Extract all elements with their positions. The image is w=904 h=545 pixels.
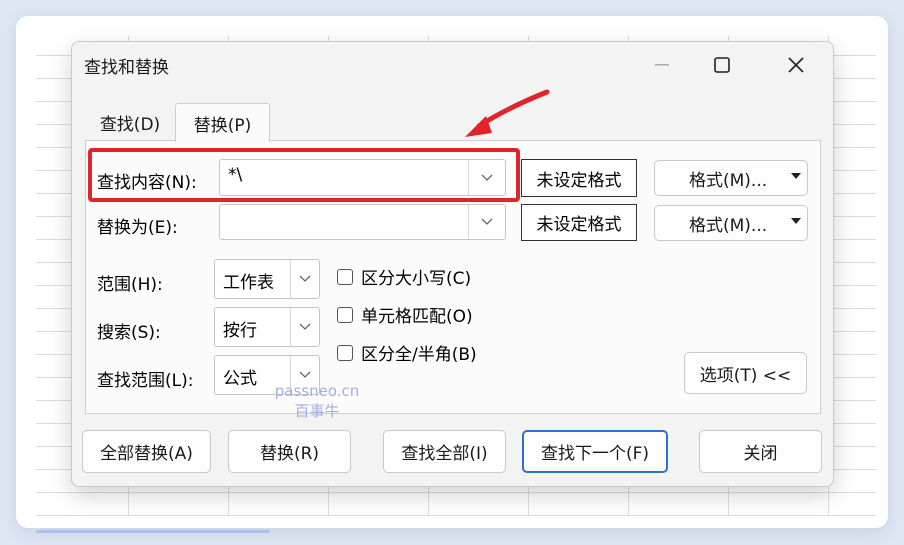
match-entire-cell-checkbox[interactable]: 单元格匹配(O) <box>337 302 473 327</box>
decorative-underline <box>36 530 270 533</box>
chevron-down-icon <box>299 275 311 282</box>
find-next-button[interactable]: 查找下一个(F) <box>522 430 668 473</box>
search-order-dropdown[interactable] <box>290 308 319 346</box>
find-what-label: 查找内容(N): <box>97 173 197 193</box>
search-order-value: 按行 <box>223 321 257 341</box>
chevron-down-icon <box>299 371 311 378</box>
arrow-icon <box>465 89 550 137</box>
maximize-icon <box>714 57 730 73</box>
match-case-checkbox[interactable]: 区分大小写(C) <box>337 264 471 289</box>
checkbox-box[interactable] <box>337 306 353 323</box>
replace-button[interactable]: 替换(R) <box>228 430 351 473</box>
look-in-label: 查找范围(L): <box>97 371 194 391</box>
tab-find[interactable]: 查找(D) <box>85 103 175 141</box>
match-byte-checkbox[interactable]: 区分全/半角(B) <box>337 340 477 365</box>
close-window-button[interactable] <box>776 50 816 80</box>
replace-with-dropdown[interactable] <box>468 205 505 239</box>
find-what-combo[interactable]: *\ <box>219 159 506 196</box>
replace-format-button-label: 格式(M)... <box>689 215 768 236</box>
minimize-icon <box>655 64 669 66</box>
tab-replace[interactable]: 替换(P) <box>175 103 270 142</box>
find-format-preview: 未设定格式 <box>521 159 637 197</box>
chevron-down-icon <box>299 323 311 330</box>
search-label: 搜索(S): <box>97 323 161 343</box>
replace-all-button[interactable]: 全部替换(A) <box>82 430 211 473</box>
search-order-select[interactable]: 按行 <box>214 307 320 347</box>
checkbox-box[interactable] <box>337 344 353 361</box>
scope-select[interactable]: 工作表 <box>214 259 320 299</box>
find-all-button[interactable]: 查找全部(I) <box>383 430 506 473</box>
find-what-dropdown[interactable] <box>468 160 505 195</box>
match-case-label: 区分大小写(C) <box>361 269 472 289</box>
checkbox-box[interactable] <box>337 268 353 285</box>
caret-down-icon <box>791 173 801 179</box>
watermark-url: passneo.cn <box>274 382 360 400</box>
match-entire-cell-label: 单元格匹配(O) <box>361 307 473 327</box>
scope-dropdown[interactable] <box>290 260 319 298</box>
replace-format-preview: 未设定格式 <box>521 204 637 241</box>
match-byte-label: 区分全/半角(B) <box>361 345 477 365</box>
find-what-value: *\ <box>228 165 243 185</box>
chevron-down-icon <box>481 174 493 181</box>
replace-format-button[interactable]: 格式(M)... <box>654 205 808 241</box>
maximize-button[interactable] <box>702 50 742 80</box>
replace-with-combo[interactable] <box>219 204 506 240</box>
watermark-brand: 百事牛 <box>294 402 340 420</box>
find-format-button-label: 格式(M)... <box>689 170 768 191</box>
options-toggle-button[interactable]: 选项(T) << <box>684 352 807 394</box>
find-format-button[interactable]: 格式(M)... <box>654 160 808 196</box>
replace-with-label: 替换为(E): <box>97 218 178 238</box>
watermark: passneo.cn 百事牛 <box>262 381 372 421</box>
chevron-down-icon <box>481 218 493 225</box>
dialog-title: 查找和替换 <box>84 58 169 78</box>
look-in-value: 公式 <box>223 369 257 389</box>
close-button[interactable]: 关闭 <box>699 430 822 473</box>
scope-value: 工作表 <box>223 273 274 293</box>
minimize-button[interactable] <box>642 50 682 80</box>
caret-down-icon <box>791 218 801 224</box>
scope-label: 范围(H): <box>97 275 163 295</box>
close-icon <box>788 57 804 73</box>
